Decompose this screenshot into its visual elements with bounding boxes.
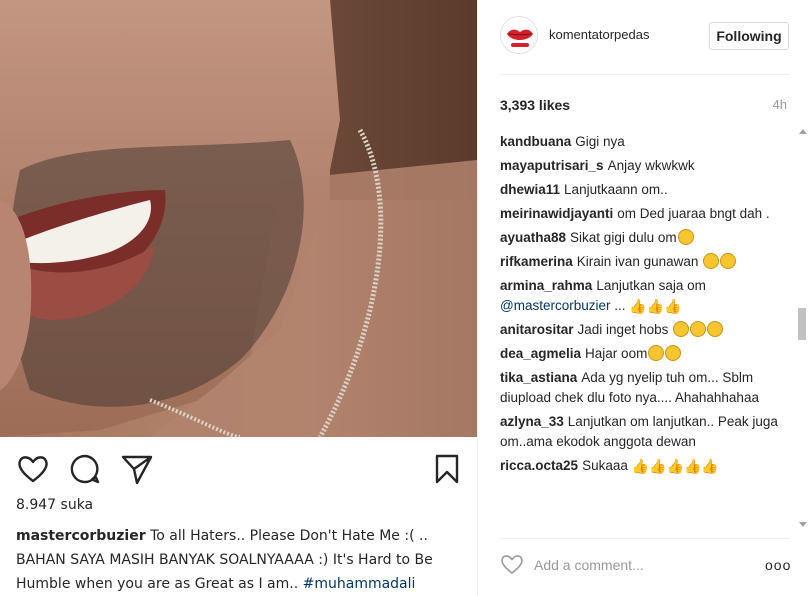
- comment-item: azlyna_33 Lanjutkan om lanjutkan.. Peak j…: [500, 412, 790, 452]
- laughing-emoji-icon: [665, 345, 682, 361]
- comment-item: dea_agmelia Hajar oom: [500, 344, 790, 364]
- comment-button[interactable]: [68, 452, 102, 486]
- comment-item: tika_astiana Ada yg nyelip tuh om... Sblm…: [500, 368, 790, 408]
- scroll-down-arrow-icon[interactable]: [799, 522, 807, 527]
- comment-text: Sukaaa: [582, 458, 628, 473]
- comment-bubble-icon: [70, 454, 100, 484]
- comment-username[interactable]: ricca.octa25: [500, 458, 578, 473]
- laughing-emoji-icon: [673, 321, 690, 337]
- laughing-emoji-icon: [707, 321, 724, 337]
- header-divider: [500, 74, 790, 75]
- photo-closeup-smile: [0, 0, 477, 437]
- bookmark-icon: [435, 454, 459, 484]
- post-timestamp: 4h: [772, 97, 787, 112]
- thumbs-up-emoji-icon: 👍: [683, 458, 702, 474]
- scroll-thumb[interactable]: [798, 308, 806, 340]
- paper-plane-icon: [121, 455, 153, 485]
- add-comment-input[interactable]: [534, 556, 734, 574]
- caption-hashtag[interactable]: #muhammadali: [303, 576, 416, 592]
- thumbs-up-emoji-icon: 👍: [629, 298, 647, 314]
- comment-username[interactable]: mayaputrisari_s: [500, 158, 604, 173]
- comment-text: Anjay wkwkwk: [607, 158, 695, 173]
- comment-username[interactable]: rifkamerina: [500, 254, 573, 269]
- comment-username[interactable]: armina_rahma: [500, 278, 592, 293]
- laughing-emoji-icon: [690, 321, 707, 337]
- thumbs-up-emoji-icon: 👍: [649, 458, 667, 474]
- sweat-smile-emoji-icon: [720, 253, 737, 269]
- heart-icon: [18, 456, 48, 483]
- comment-text: Gigi nya: [575, 134, 625, 149]
- more-options-button[interactable]: ooo: [765, 557, 791, 573]
- scroll-up-arrow-icon[interactable]: [799, 129, 807, 134]
- post-caption: mastercorbuzier To all Haters.. Please D…: [16, 524, 466, 596]
- comment-username[interactable]: kandbuana: [500, 134, 571, 149]
- comment-text: om Ded juaraa bngt dah .: [617, 206, 770, 221]
- post-photo[interactable]: [0, 0, 477, 437]
- sweat-smile-emoji-icon: [703, 253, 720, 269]
- thumbs-up-emoji-icon: 👍: [701, 458, 719, 474]
- comment-mention[interactable]: @mastercorbuzier: [500, 298, 611, 313]
- like-button[interactable]: [16, 452, 50, 486]
- comment-username[interactable]: anitarositar: [500, 322, 574, 337]
- comment-item: dhewia11 Lanjutkaann om..: [500, 180, 790, 200]
- thumbs-up-emoji-icon: 👍: [631, 458, 650, 474]
- comment-username[interactable]: ayuatha88: [500, 230, 566, 245]
- comment-text: Lanjutkan saja om: [596, 278, 706, 293]
- lips-logo-icon: [501, 17, 537, 53]
- comments-panel: komentatorpedas Following 3,393 likes 4h…: [477, 0, 809, 596]
- following-button[interactable]: Following: [709, 22, 789, 50]
- comment-username[interactable]: meirinawidjayanti: [500, 206, 613, 221]
- comment-item: ricca.octa25 Sukaaa 👍👍👍👍👍: [500, 456, 790, 476]
- comment-username[interactable]: azlyna_33: [500, 414, 564, 429]
- avatar[interactable]: [500, 16, 538, 54]
- comment-username[interactable]: dhewia11: [500, 182, 560, 197]
- comment-item: armina_rahma Lanjutkan saja om @mastercor…: [500, 276, 790, 316]
- comment-item: mayaputrisari_s Anjay wkwkwk: [500, 156, 790, 176]
- comment-username[interactable]: tika_astiana: [500, 370, 577, 385]
- comment-item: meirinawidjayanti om Ded juaraa bngt dah …: [500, 204, 790, 224]
- comment-list: kandbuana Gigi nya mayaputrisari_s Anjay w…: [500, 132, 790, 528]
- comment-text: Jadi inget hobs: [577, 322, 669, 337]
- footer-divider: [500, 538, 790, 539]
- post-media-panel: 8.947 suka mastercorbuzier To all Haters…: [0, 0, 477, 596]
- share-button[interactable]: [120, 452, 154, 486]
- save-button[interactable]: [430, 452, 464, 486]
- comment-text: Kirain ivan gunawan: [576, 254, 699, 269]
- comment-text-after: ...: [610, 298, 626, 313]
- comment-item: rifkamerina Kirain ivan gunawan: [500, 252, 790, 272]
- heart-outline-icon[interactable]: [500, 553, 524, 575]
- comment-text: Hajar oom: [585, 346, 648, 361]
- post-author-username[interactable]: komentatorpedas: [549, 27, 649, 42]
- likes-count[interactable]: 3,393 likes: [500, 97, 570, 113]
- thumbs-up-emoji-icon: 👍: [664, 298, 682, 314]
- laughing-emoji-icon: [648, 345, 665, 361]
- comment-item: kandbuana Gigi nya: [500, 132, 790, 152]
- comment-item: ayuatha88 Sikat gigi dulu om: [500, 228, 790, 248]
- comment-item: anitarositar Jadi inget hobs: [500, 320, 790, 340]
- thumbs-up-emoji-icon: 👍: [666, 458, 684, 474]
- thumbs-up-emoji-icon: 👍: [646, 298, 665, 314]
- comment-username[interactable]: dea_agmelia: [500, 346, 581, 361]
- comment-text: Lanjutkaann om..: [564, 182, 668, 197]
- post-likes-count: 8.947 suka: [16, 497, 94, 513]
- caption-username[interactable]: mastercorbuzier: [16, 528, 146, 544]
- post-header: komentatorpedas Following: [478, 0, 809, 74]
- comment-text: Sikat gigi dulu om: [570, 230, 677, 245]
- grin-emoji-icon: [677, 229, 694, 245]
- comments-scrollbar[interactable]: [796, 126, 808, 530]
